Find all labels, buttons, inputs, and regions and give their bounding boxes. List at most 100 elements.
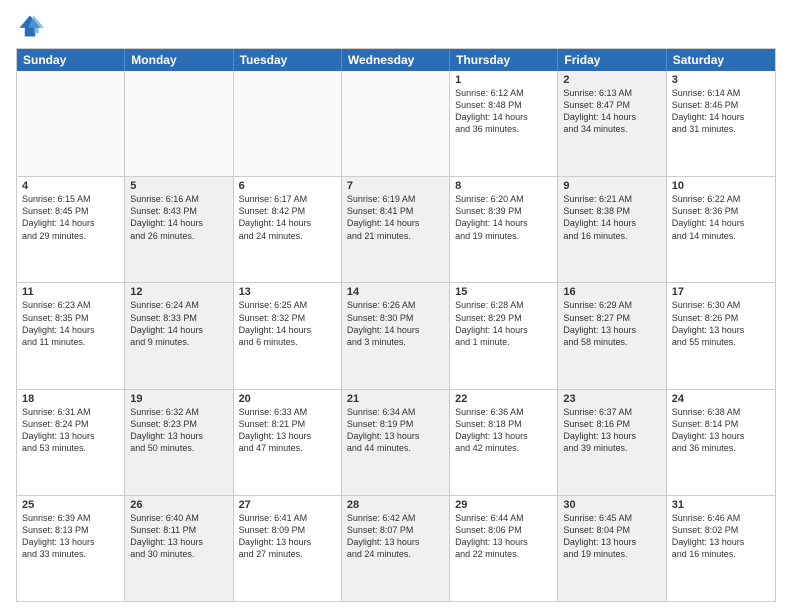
calendar-cell: 8Sunrise: 6:20 AM Sunset: 8:39 PM Daylig… xyxy=(450,177,558,282)
day-number: 12 xyxy=(130,286,227,298)
header-day-tuesday: Tuesday xyxy=(234,49,342,71)
calendar-cell xyxy=(234,71,342,176)
day-number: 9 xyxy=(563,180,660,192)
day-number: 15 xyxy=(455,286,552,298)
calendar-cell: 26Sunrise: 6:40 AM Sunset: 8:11 PM Dayli… xyxy=(125,496,233,601)
calendar-cell: 30Sunrise: 6:45 AM Sunset: 8:04 PM Dayli… xyxy=(558,496,666,601)
day-number: 7 xyxy=(347,180,444,192)
cell-text: Sunrise: 6:24 AM Sunset: 8:33 PM Dayligh… xyxy=(130,299,227,348)
day-number: 23 xyxy=(563,393,660,405)
cell-text: Sunrise: 6:38 AM Sunset: 8:14 PM Dayligh… xyxy=(672,406,770,455)
cell-text: Sunrise: 6:26 AM Sunset: 8:30 PM Dayligh… xyxy=(347,299,444,348)
calendar-cell: 16Sunrise: 6:29 AM Sunset: 8:27 PM Dayli… xyxy=(558,283,666,388)
cell-text: Sunrise: 6:31 AM Sunset: 8:24 PM Dayligh… xyxy=(22,406,119,455)
cell-text: Sunrise: 6:29 AM Sunset: 8:27 PM Dayligh… xyxy=(563,299,660,348)
cell-text: Sunrise: 6:36 AM Sunset: 8:18 PM Dayligh… xyxy=(455,406,552,455)
day-number: 18 xyxy=(22,393,119,405)
cell-text: Sunrise: 6:17 AM Sunset: 8:42 PM Dayligh… xyxy=(239,193,336,242)
week-row-2: 4Sunrise: 6:15 AM Sunset: 8:45 PM Daylig… xyxy=(17,177,775,283)
header xyxy=(16,12,776,40)
header-day-wednesday: Wednesday xyxy=(342,49,450,71)
logo-icon xyxy=(16,12,44,40)
page: SundayMondayTuesdayWednesdayThursdayFrid… xyxy=(0,0,792,612)
calendar-cell: 29Sunrise: 6:44 AM Sunset: 8:06 PM Dayli… xyxy=(450,496,558,601)
calendar-cell: 13Sunrise: 6:25 AM Sunset: 8:32 PM Dayli… xyxy=(234,283,342,388)
header-day-saturday: Saturday xyxy=(667,49,775,71)
cell-text: Sunrise: 6:20 AM Sunset: 8:39 PM Dayligh… xyxy=(455,193,552,242)
calendar-cell: 12Sunrise: 6:24 AM Sunset: 8:33 PM Dayli… xyxy=(125,283,233,388)
calendar-cell: 17Sunrise: 6:30 AM Sunset: 8:26 PM Dayli… xyxy=(667,283,775,388)
calendar-cell: 28Sunrise: 6:42 AM Sunset: 8:07 PM Dayli… xyxy=(342,496,450,601)
day-number: 14 xyxy=(347,286,444,298)
cell-text: Sunrise: 6:34 AM Sunset: 8:19 PM Dayligh… xyxy=(347,406,444,455)
calendar-header: SundayMondayTuesdayWednesdayThursdayFrid… xyxy=(17,49,775,71)
cell-text: Sunrise: 6:12 AM Sunset: 8:48 PM Dayligh… xyxy=(455,87,552,136)
cell-text: Sunrise: 6:22 AM Sunset: 8:36 PM Dayligh… xyxy=(672,193,770,242)
cell-text: Sunrise: 6:37 AM Sunset: 8:16 PM Dayligh… xyxy=(563,406,660,455)
calendar-body: 1Sunrise: 6:12 AM Sunset: 8:48 PM Daylig… xyxy=(17,71,775,601)
cell-text: Sunrise: 6:32 AM Sunset: 8:23 PM Dayligh… xyxy=(130,406,227,455)
calendar-cell: 20Sunrise: 6:33 AM Sunset: 8:21 PM Dayli… xyxy=(234,390,342,495)
cell-text: Sunrise: 6:41 AM Sunset: 8:09 PM Dayligh… xyxy=(239,512,336,561)
day-number: 17 xyxy=(672,286,770,298)
day-number: 10 xyxy=(672,180,770,192)
cell-text: Sunrise: 6:19 AM Sunset: 8:41 PM Dayligh… xyxy=(347,193,444,242)
day-number: 2 xyxy=(563,74,660,86)
calendar: SundayMondayTuesdayWednesdayThursdayFrid… xyxy=(16,48,776,602)
day-number: 4 xyxy=(22,180,119,192)
calendar-cell: 11Sunrise: 6:23 AM Sunset: 8:35 PM Dayli… xyxy=(17,283,125,388)
cell-text: Sunrise: 6:42 AM Sunset: 8:07 PM Dayligh… xyxy=(347,512,444,561)
calendar-cell: 14Sunrise: 6:26 AM Sunset: 8:30 PM Dayli… xyxy=(342,283,450,388)
week-row-3: 11Sunrise: 6:23 AM Sunset: 8:35 PM Dayli… xyxy=(17,283,775,389)
calendar-cell: 19Sunrise: 6:32 AM Sunset: 8:23 PM Dayli… xyxy=(125,390,233,495)
calendar-cell: 5Sunrise: 6:16 AM Sunset: 8:43 PM Daylig… xyxy=(125,177,233,282)
calendar-cell xyxy=(342,71,450,176)
day-number: 21 xyxy=(347,393,444,405)
day-number: 30 xyxy=(563,499,660,511)
day-number: 6 xyxy=(239,180,336,192)
day-number: 27 xyxy=(239,499,336,511)
day-number: 13 xyxy=(239,286,336,298)
calendar-cell: 18Sunrise: 6:31 AM Sunset: 8:24 PM Dayli… xyxy=(17,390,125,495)
calendar-cell: 3Sunrise: 6:14 AM Sunset: 8:46 PM Daylig… xyxy=(667,71,775,176)
calendar-cell: 1Sunrise: 6:12 AM Sunset: 8:48 PM Daylig… xyxy=(450,71,558,176)
cell-text: Sunrise: 6:14 AM Sunset: 8:46 PM Dayligh… xyxy=(672,87,770,136)
cell-text: Sunrise: 6:21 AM Sunset: 8:38 PM Dayligh… xyxy=(563,193,660,242)
day-number: 22 xyxy=(455,393,552,405)
header-day-sunday: Sunday xyxy=(17,49,125,71)
day-number: 29 xyxy=(455,499,552,511)
cell-text: Sunrise: 6:23 AM Sunset: 8:35 PM Dayligh… xyxy=(22,299,119,348)
cell-text: Sunrise: 6:25 AM Sunset: 8:32 PM Dayligh… xyxy=(239,299,336,348)
calendar-cell: 9Sunrise: 6:21 AM Sunset: 8:38 PM Daylig… xyxy=(558,177,666,282)
calendar-cell: 6Sunrise: 6:17 AM Sunset: 8:42 PM Daylig… xyxy=(234,177,342,282)
calendar-cell: 25Sunrise: 6:39 AM Sunset: 8:13 PM Dayli… xyxy=(17,496,125,601)
day-number: 20 xyxy=(239,393,336,405)
cell-text: Sunrise: 6:13 AM Sunset: 8:47 PM Dayligh… xyxy=(563,87,660,136)
week-row-4: 18Sunrise: 6:31 AM Sunset: 8:24 PM Dayli… xyxy=(17,390,775,496)
day-number: 25 xyxy=(22,499,119,511)
calendar-cell: 23Sunrise: 6:37 AM Sunset: 8:16 PM Dayli… xyxy=(558,390,666,495)
calendar-cell: 10Sunrise: 6:22 AM Sunset: 8:36 PM Dayli… xyxy=(667,177,775,282)
day-number: 24 xyxy=(672,393,770,405)
cell-text: Sunrise: 6:15 AM Sunset: 8:45 PM Dayligh… xyxy=(22,193,119,242)
calendar-cell: 2Sunrise: 6:13 AM Sunset: 8:47 PM Daylig… xyxy=(558,71,666,176)
calendar-cell xyxy=(17,71,125,176)
calendar-cell: 4Sunrise: 6:15 AM Sunset: 8:45 PM Daylig… xyxy=(17,177,125,282)
day-number: 1 xyxy=(455,74,552,86)
cell-text: Sunrise: 6:28 AM Sunset: 8:29 PM Dayligh… xyxy=(455,299,552,348)
cell-text: Sunrise: 6:30 AM Sunset: 8:26 PM Dayligh… xyxy=(672,299,770,348)
day-number: 19 xyxy=(130,393,227,405)
calendar-cell: 27Sunrise: 6:41 AM Sunset: 8:09 PM Dayli… xyxy=(234,496,342,601)
header-day-monday: Monday xyxy=(125,49,233,71)
week-row-1: 1Sunrise: 6:12 AM Sunset: 8:48 PM Daylig… xyxy=(17,71,775,177)
day-number: 5 xyxy=(130,180,227,192)
day-number: 31 xyxy=(672,499,770,511)
cell-text: Sunrise: 6:45 AM Sunset: 8:04 PM Dayligh… xyxy=(563,512,660,561)
cell-text: Sunrise: 6:33 AM Sunset: 8:21 PM Dayligh… xyxy=(239,406,336,455)
calendar-cell: 24Sunrise: 6:38 AM Sunset: 8:14 PM Dayli… xyxy=(667,390,775,495)
calendar-cell: 21Sunrise: 6:34 AM Sunset: 8:19 PM Dayli… xyxy=(342,390,450,495)
cell-text: Sunrise: 6:46 AM Sunset: 8:02 PM Dayligh… xyxy=(672,512,770,561)
calendar-cell xyxy=(125,71,233,176)
day-number: 11 xyxy=(22,286,119,298)
logo xyxy=(16,12,48,40)
